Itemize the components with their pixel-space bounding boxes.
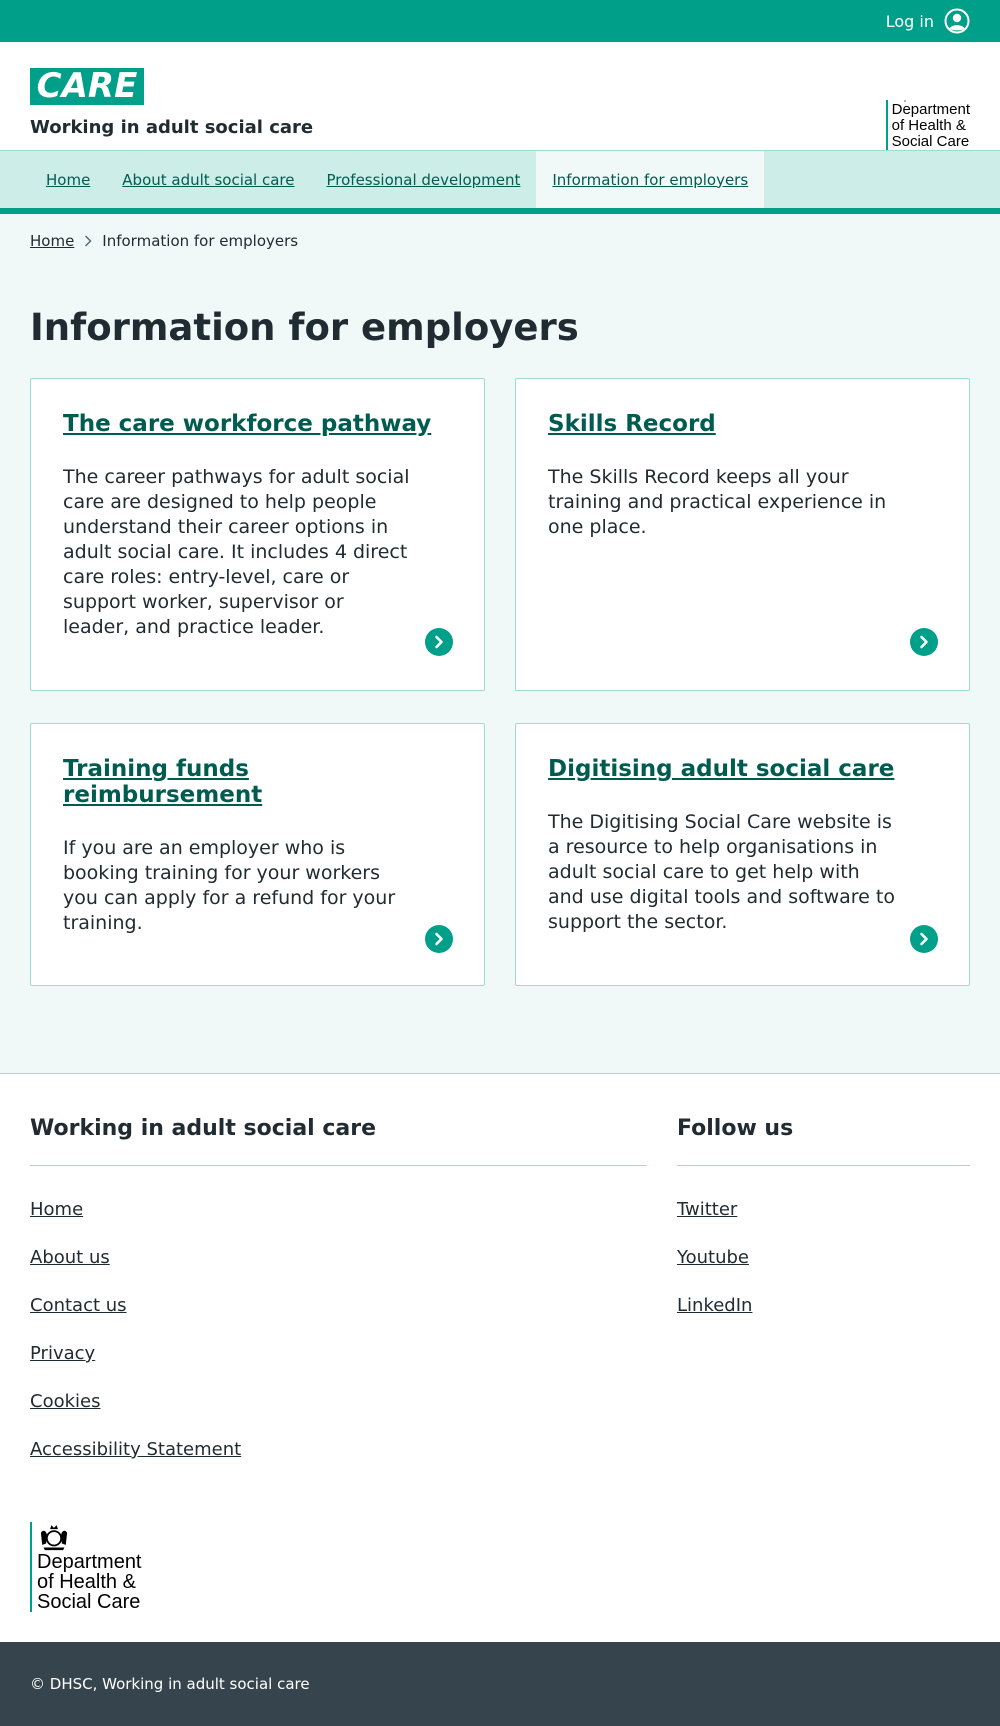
card-digitising-adult-social-care[interactable]: Digitising adult social care The Digitis…: [515, 723, 970, 986]
card-training-funds-reimbursement[interactable]: Training funds reimbursement If you are …: [30, 723, 485, 986]
dhsc-logo-header: Department of Health & Social Care: [885, 100, 970, 150]
service-name[interactable]: Working in adult social care: [30, 117, 313, 138]
footer-heading: Working in adult social care: [30, 1116, 647, 1166]
copyright-bar: © DHSC, Working in adult social care: [0, 1642, 1000, 1726]
dhsc-line-1: Department: [891, 101, 970, 118]
dhsc-logo-block: Department of Health & Social Care: [885, 100, 970, 150]
user-circle-icon: [944, 8, 970, 34]
dhsc-line-2: of Health &: [37, 1571, 136, 1593]
card-title[interactable]: Digitising adult social care: [548, 756, 894, 782]
arrow-right-circle-icon[interactable]: [910, 628, 938, 656]
nav-item-about-adult-social-care[interactable]: About adult social care: [106, 151, 310, 208]
footer-link-accessibility[interactable]: Accessibility Statement: [30, 1439, 647, 1461]
breadcrumb: Home Information for employers: [0, 214, 1000, 250]
arrow-right-circle-icon[interactable]: [910, 925, 938, 953]
footer-link-twitter[interactable]: Twitter: [677, 1199, 970, 1221]
footer-link-privacy[interactable]: Privacy: [30, 1343, 647, 1365]
dhsc-line-1: Department: [37, 1551, 142, 1573]
footer-column-follow: Follow us Twitter Youtube LinkedIn: [677, 1116, 970, 1461]
login-link[interactable]: Log in: [886, 8, 970, 34]
card-skills-record[interactable]: Skills Record The Skills Record keeps al…: [515, 378, 970, 691]
dhsc-line-3: Social Care: [891, 133, 970, 150]
nav-item-information-for-employers[interactable]: Information for employers: [536, 151, 765, 208]
arrow-right-circle-icon[interactable]: [425, 925, 453, 953]
footer-social-list: Twitter Youtube LinkedIn: [677, 1199, 970, 1317]
top-bar: Log in: [0, 0, 1000, 42]
card-title[interactable]: Skills Record: [548, 411, 716, 437]
nav-item-home[interactable]: Home: [30, 151, 106, 208]
footer-link-youtube[interactable]: Youtube: [677, 1247, 970, 1269]
main-content: Home Information for employers Informati…: [0, 214, 1000, 1074]
footer-columns: Working in adult social care Home About …: [30, 1116, 970, 1461]
dhsc-line-2: of Health &: [891, 117, 966, 134]
footer-link-about-us[interactable]: About us: [30, 1247, 647, 1269]
card-care-workforce-pathway[interactable]: The care workforce pathway The career pa…: [30, 378, 485, 691]
page-title: Information for employers: [30, 306, 579, 349]
dhsc-logo-footer: Department of Health & Social Care: [30, 1522, 142, 1612]
copyright-text: © DHSC, Working in adult social care: [30, 1675, 310, 1693]
dhsc-logo-block: Department of Health & Social Care: [30, 1522, 142, 1612]
card-description: The Digitising Social Care website is a …: [548, 811, 895, 933]
footer-link-list: Home About us Contact us Privacy Cookies…: [30, 1199, 647, 1461]
footer-link-contact-us[interactable]: Contact us: [30, 1295, 647, 1317]
footer-link-home[interactable]: Home: [30, 1199, 647, 1221]
dhsc-line-3: Social Care: [37, 1591, 141, 1613]
footer-link-linkedin[interactable]: LinkedIn: [677, 1295, 970, 1317]
arrow-right-circle-icon[interactable]: [425, 628, 453, 656]
chevron-right-icon: [85, 235, 92, 247]
card-description: The career pathways for adult social car…: [63, 466, 410, 638]
breadcrumb-home-link[interactable]: Home: [30, 232, 74, 250]
card-grid: The care workforce pathway The career pa…: [0, 350, 1000, 986]
royal-crest-icon: [40, 1525, 68, 1551]
breadcrumb-current: Information for employers: [102, 232, 299, 250]
card-title[interactable]: The care workforce pathway: [63, 411, 431, 437]
brand: CARE Working in adult social care: [30, 68, 313, 150]
nav-item-professional-development[interactable]: Professional development: [311, 151, 537, 208]
card-description: If you are an employer who is booking tr…: [63, 837, 396, 934]
primary-nav: Home About adult social care Professiona…: [0, 150, 1000, 208]
card-title[interactable]: Training funds reimbursement: [63, 756, 452, 808]
footer-heading: Follow us: [677, 1116, 970, 1166]
footer-link-cookies[interactable]: Cookies: [30, 1391, 647, 1413]
footer-column-site: Working in adult social care Home About …: [30, 1116, 647, 1461]
login-label: Log in: [885, 11, 934, 31]
care-logo[interactable]: CARE: [30, 68, 144, 105]
card-description: The Skills Record keeps all your trainin…: [548, 466, 887, 538]
site-footer: Working in adult social care Home About …: [0, 1074, 1000, 1642]
site-header: CARE Working in adult social care Depart…: [0, 42, 1000, 150]
